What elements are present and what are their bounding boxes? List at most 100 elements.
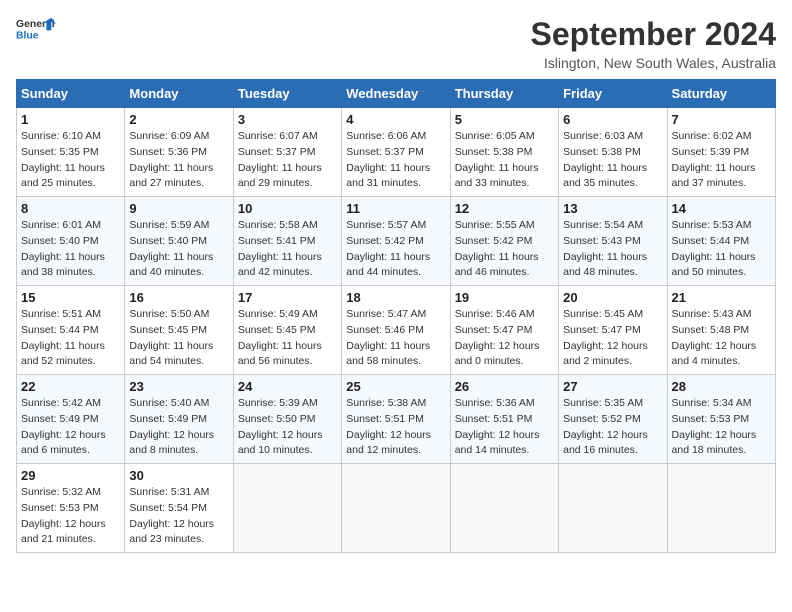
calendar-cell: 7 Sunrise: 6:02 AMSunset: 5:39 PMDaylight… xyxy=(667,108,775,197)
day-info: Sunrise: 5:59 AMSunset: 5:40 PMDaylight:… xyxy=(129,218,228,281)
logo: General Blue xyxy=(16,16,56,42)
calendar-header: SundayMondayTuesdayWednesdayThursdayFrid… xyxy=(17,80,776,108)
day-info: Sunrise: 5:57 AMSunset: 5:42 PMDaylight:… xyxy=(346,218,445,281)
day-number: 21 xyxy=(672,290,771,305)
day-number: 29 xyxy=(21,468,120,483)
calendar-cell xyxy=(450,464,558,553)
day-info: Sunrise: 5:43 AMSunset: 5:48 PMDaylight:… xyxy=(672,307,771,370)
day-info: Sunrise: 5:49 AMSunset: 5:45 PMDaylight:… xyxy=(238,307,337,370)
calendar-cell: 5 Sunrise: 6:05 AMSunset: 5:38 PMDaylight… xyxy=(450,108,558,197)
weekday-header: Sunday xyxy=(17,80,125,108)
calendar-cell xyxy=(559,464,667,553)
calendar-cell: 25 Sunrise: 5:38 AMSunset: 5:51 PMDayligh… xyxy=(342,375,450,464)
day-info: Sunrise: 5:31 AMSunset: 5:54 PMDaylight:… xyxy=(129,485,228,548)
calendar-cell: 10 Sunrise: 5:58 AMSunset: 5:41 PMDayligh… xyxy=(233,197,341,286)
day-info: Sunrise: 5:36 AMSunset: 5:51 PMDaylight:… xyxy=(455,396,554,459)
day-info: Sunrise: 6:06 AMSunset: 5:37 PMDaylight:… xyxy=(346,129,445,192)
day-number: 4 xyxy=(346,112,445,127)
calendar-body: 1 Sunrise: 6:10 AMSunset: 5:35 PMDaylight… xyxy=(17,108,776,553)
day-info: Sunrise: 5:55 AMSunset: 5:42 PMDaylight:… xyxy=(455,218,554,281)
day-number: 8 xyxy=(21,201,120,216)
day-number: 17 xyxy=(238,290,337,305)
calendar-cell: 2Sunrise: 6:09 AMSunset: 5:36 PMDaylight… xyxy=(125,108,233,197)
calendar-week-row: 1 Sunrise: 6:10 AMSunset: 5:35 PMDaylight… xyxy=(17,108,776,197)
calendar-cell: 26 Sunrise: 5:36 AMSunset: 5:51 PMDayligh… xyxy=(450,375,558,464)
calendar-cell xyxy=(667,464,775,553)
day-number: 22 xyxy=(21,379,120,394)
calendar-cell: 20Sunrise: 5:45 AMSunset: 5:47 PMDayligh… xyxy=(559,286,667,375)
day-number: 1 xyxy=(21,112,120,127)
day-info: Sunrise: 5:40 AMSunset: 5:49 PMDaylight:… xyxy=(129,396,228,459)
day-number: 7 xyxy=(672,112,771,127)
day-number: 14 xyxy=(672,201,771,216)
day-info: Sunrise: 6:05 AMSunset: 5:38 PMDaylight:… xyxy=(455,129,554,192)
page-header: General Blue September 2024 Islington, N… xyxy=(16,16,776,71)
day-info: Sunrise: 5:53 AMSunset: 5:44 PMDaylight:… xyxy=(672,218,771,281)
weekday-header: Friday xyxy=(559,80,667,108)
day-number: 16 xyxy=(129,290,228,305)
weekday-header: Tuesday xyxy=(233,80,341,108)
day-number: 18 xyxy=(346,290,445,305)
day-info: Sunrise: 5:35 AMSunset: 5:52 PMDaylight:… xyxy=(563,396,662,459)
svg-text:Blue: Blue xyxy=(16,30,39,40)
calendar-cell: 6 Sunrise: 6:03 AMSunset: 5:38 PMDaylight… xyxy=(559,108,667,197)
calendar-cell: 29Sunrise: 5:32 AMSunset: 5:53 PMDayligh… xyxy=(17,464,125,553)
calendar-cell: 8Sunrise: 6:01 AMSunset: 5:40 PMDaylight… xyxy=(17,197,125,286)
day-info: Sunrise: 5:50 AMSunset: 5:45 PMDaylight:… xyxy=(129,307,228,370)
calendar-cell: 16 Sunrise: 5:50 AMSunset: 5:45 PMDayligh… xyxy=(125,286,233,375)
day-info: Sunrise: 5:47 AMSunset: 5:46 PMDaylight:… xyxy=(346,307,445,370)
calendar-cell: 1 Sunrise: 6:10 AMSunset: 5:35 PMDaylight… xyxy=(17,108,125,197)
day-number: 24 xyxy=(238,379,337,394)
day-number: 30 xyxy=(129,468,228,483)
day-info: Sunrise: 5:34 AMSunset: 5:53 PMDaylight:… xyxy=(672,396,771,459)
calendar-cell: 17 Sunrise: 5:49 AMSunset: 5:45 PMDayligh… xyxy=(233,286,341,375)
weekday-header: Thursday xyxy=(450,80,558,108)
day-number: 10 xyxy=(238,201,337,216)
day-info: Sunrise: 5:38 AMSunset: 5:51 PMDaylight:… xyxy=(346,396,445,459)
calendar-cell: 4 Sunrise: 6:06 AMSunset: 5:37 PMDaylight… xyxy=(342,108,450,197)
day-info: Sunrise: 6:03 AMSunset: 5:38 PMDaylight:… xyxy=(563,129,662,192)
day-number: 15 xyxy=(21,290,120,305)
day-number: 3 xyxy=(238,112,337,127)
calendar-cell: 22Sunrise: 5:42 AMSunset: 5:49 PMDayligh… xyxy=(17,375,125,464)
calendar-cell: 30 Sunrise: 5:31 AMSunset: 5:54 PMDayligh… xyxy=(125,464,233,553)
calendar-cell: 11Sunrise: 5:57 AMSunset: 5:42 PMDayligh… xyxy=(342,197,450,286)
day-number: 6 xyxy=(563,112,662,127)
calendar-cell: 19 Sunrise: 5:46 AMSunset: 5:47 PMDayligh… xyxy=(450,286,558,375)
day-number: 28 xyxy=(672,379,771,394)
day-number: 26 xyxy=(455,379,554,394)
weekday-header: Monday xyxy=(125,80,233,108)
day-info: Sunrise: 6:07 AMSunset: 5:37 PMDaylight:… xyxy=(238,129,337,192)
calendar-week-row: 15 Sunrise: 5:51 AMSunset: 5:44 PMDayligh… xyxy=(17,286,776,375)
calendar-cell: 27Sunrise: 5:35 AMSunset: 5:52 PMDayligh… xyxy=(559,375,667,464)
day-info: Sunrise: 6:02 AMSunset: 5:39 PMDaylight:… xyxy=(672,129,771,192)
day-number: 12 xyxy=(455,201,554,216)
calendar-cell: 14 Sunrise: 5:53 AMSunset: 5:44 PMDayligh… xyxy=(667,197,775,286)
day-number: 13 xyxy=(563,201,662,216)
day-number: 25 xyxy=(346,379,445,394)
calendar-cell xyxy=(342,464,450,553)
calendar-table: SundayMondayTuesdayWednesdayThursdayFrid… xyxy=(16,79,776,553)
day-info: Sunrise: 5:39 AMSunset: 5:50 PMDaylight:… xyxy=(238,396,337,459)
calendar-cell: 15 Sunrise: 5:51 AMSunset: 5:44 PMDayligh… xyxy=(17,286,125,375)
weekday-header: Saturday xyxy=(667,80,775,108)
calendar-week-row: 29Sunrise: 5:32 AMSunset: 5:53 PMDayligh… xyxy=(17,464,776,553)
calendar-cell: 18 Sunrise: 5:47 AMSunset: 5:46 PMDayligh… xyxy=(342,286,450,375)
weekday-header-row: SundayMondayTuesdayWednesdayThursdayFrid… xyxy=(17,80,776,108)
calendar-cell: 21 Sunrise: 5:43 AMSunset: 5:48 PMDayligh… xyxy=(667,286,775,375)
calendar-week-row: 8Sunrise: 6:01 AMSunset: 5:40 PMDaylight… xyxy=(17,197,776,286)
day-number: 23 xyxy=(129,379,228,394)
day-number: 20 xyxy=(563,290,662,305)
day-info: Sunrise: 6:10 AMSunset: 5:35 PMDaylight:… xyxy=(21,129,120,192)
day-info: Sunrise: 5:46 AMSunset: 5:47 PMDaylight:… xyxy=(455,307,554,370)
day-number: 19 xyxy=(455,290,554,305)
day-info: Sunrise: 5:58 AMSunset: 5:41 PMDaylight:… xyxy=(238,218,337,281)
calendar-cell: 13 Sunrise: 5:54 AMSunset: 5:43 PMDayligh… xyxy=(559,197,667,286)
title-block: September 2024 Islington, New South Wale… xyxy=(531,16,776,71)
day-info: Sunrise: 5:51 AMSunset: 5:44 PMDaylight:… xyxy=(21,307,120,370)
day-number: 5 xyxy=(455,112,554,127)
calendar-cell: 3 Sunrise: 6:07 AMSunset: 5:37 PMDaylight… xyxy=(233,108,341,197)
calendar-cell: 28 Sunrise: 5:34 AMSunset: 5:53 PMDayligh… xyxy=(667,375,775,464)
day-info: Sunrise: 5:54 AMSunset: 5:43 PMDaylight:… xyxy=(563,218,662,281)
day-number: 9 xyxy=(129,201,228,216)
